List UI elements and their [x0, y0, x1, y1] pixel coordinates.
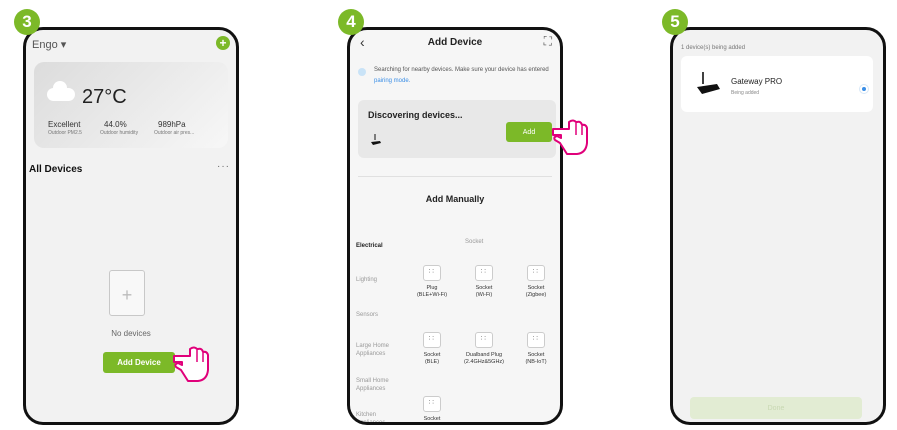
scan-icon[interactable]: ⛶ — [544, 34, 552, 49]
device-label: Socket (Zigbee) — [525, 285, 547, 298]
pairing-mode-link[interactable]: pairing mode. — [374, 78, 410, 84]
all-devices-title: All Devices — [29, 164, 83, 175]
category-lighting[interactable]: Lighting — [356, 276, 396, 284]
bluetooth-search-icon — [358, 68, 366, 76]
done-button[interactable]: Done — [690, 397, 862, 419]
device-name: Gateway PRO — [731, 77, 783, 86]
device-label: Dualband Plug (2.4GHz&5GHz) — [463, 352, 505, 365]
divider — [358, 176, 552, 177]
air-quality-value: Excellent — [48, 120, 81, 129]
add-device-button[interactable]: Add Device — [103, 352, 175, 373]
loading-spinner-icon — [859, 84, 869, 94]
pointing-hand-icon — [552, 119, 588, 155]
device-card: Gateway PRO Being added — [681, 56, 873, 112]
socket-icon: ⠅⠅ — [475, 265, 493, 281]
page-title: Add Device — [427, 37, 483, 48]
discovering-card: Discovering devices... Add — [358, 100, 556, 158]
category-large-home-appliances[interactable]: Large Home Appliances — [356, 342, 396, 358]
cloud-icon — [47, 81, 75, 101]
temperature: 27°C — [82, 86, 127, 108]
phone-screen-add-device: ‹ Add Device ⛶ Searching for nearby devi… — [347, 27, 563, 425]
humidity-value: 44.0% — [104, 120, 127, 129]
gateway-icon — [371, 134, 381, 145]
device-label: Socket (NB-IoT) — [525, 352, 547, 365]
category-electrical[interactable]: Electrical — [356, 242, 396, 250]
socket-icon: ⠅⠅ — [423, 332, 441, 348]
category-small-home-appliances[interactable]: Small Home Appliances — [356, 377, 396, 393]
discovering-title: Discovering devices... — [368, 110, 463, 120]
device-socket-ble[interactable]: ⠅⠅ Socket (BLE) — [406, 332, 458, 366]
device-socket-zigbee[interactable]: ⠅⠅ Socket (Zigbee) — [510, 265, 560, 299]
search-info-text: Searching for nearby devices. Make sure … — [374, 67, 549, 73]
pressure-label: Outdoor air pres... — [154, 130, 195, 136]
device-socket-wifi[interactable]: ⠅⠅ Socket (Wi-Fi) — [458, 265, 510, 299]
step-4-badge: 4 — [338, 9, 364, 35]
device-dualband-plug[interactable]: ⠅⠅ Dualband Plug (2.4GHz&5GHz) — [458, 332, 510, 366]
socket-icon: ⠅⠅ — [527, 265, 545, 281]
socket-icon: ⠅⠅ — [475, 332, 493, 348]
socket-icon: ⠅⠅ — [527, 332, 545, 348]
account-dropdown[interactable]: Engo ▾ — [32, 38, 66, 51]
air-quality-label: Outdoor PM2.5 — [48, 130, 82, 136]
humidity-label: Outdoor humidity — [100, 130, 139, 136]
category-kitchen-appliances[interactable]: Kitchen Appliances — [356, 411, 396, 422]
adding-header: 1 device(s) being added — [681, 45, 746, 51]
more-options-icon[interactable]: ··· — [217, 161, 230, 172]
weather-card: 27°C Excellent Outdoor PM2.5 44.0% Outdo… — [34, 62, 228, 148]
phone-screen-adding: 1 device(s) being added Gateway PRO Bein… — [670, 27, 886, 425]
pointing-hand-icon — [173, 346, 209, 382]
device-label: Socket — [423, 416, 441, 422]
device-label: Plug (BLE+Wi-Fi) — [416, 285, 448, 298]
device-label: Socket (Wi-Fi) — [475, 285, 493, 298]
socket-icon: ⠅⠅ — [423, 265, 441, 281]
device-status: Being added — [731, 90, 760, 96]
socket-icon: ⠅⠅ — [423, 396, 441, 412]
add-manually-title: Add Manually — [425, 194, 485, 204]
no-devices-text: No devices — [111, 329, 151, 338]
category-sensors[interactable]: Sensors — [356, 311, 396, 319]
device-plug-ble-wifi[interactable]: ⠅⠅ Plug (BLE+Wi-Fi) — [406, 265, 458, 299]
search-info: Searching for nearby devices. Make sure … — [374, 65, 554, 87]
pressure-value: 989hPa — [158, 120, 186, 129]
step-3-badge: 3 — [14, 9, 40, 35]
device-label: Socket (BLE) — [423, 352, 441, 365]
add-discovered-button[interactable]: Add — [506, 122, 552, 142]
step-5-badge: 5 — [662, 9, 688, 35]
device-socket-nbiot[interactable]: ⠅⠅ Socket (NB-IoT) — [510, 332, 560, 366]
device-socket[interactable]: ⠅⠅ Socket — [406, 396, 458, 422]
socket-group-header: Socket — [465, 239, 484, 245]
empty-document-icon: + — [109, 270, 145, 316]
add-plus-icon[interactable]: + — [216, 36, 230, 50]
gateway-icon — [697, 72, 720, 94]
